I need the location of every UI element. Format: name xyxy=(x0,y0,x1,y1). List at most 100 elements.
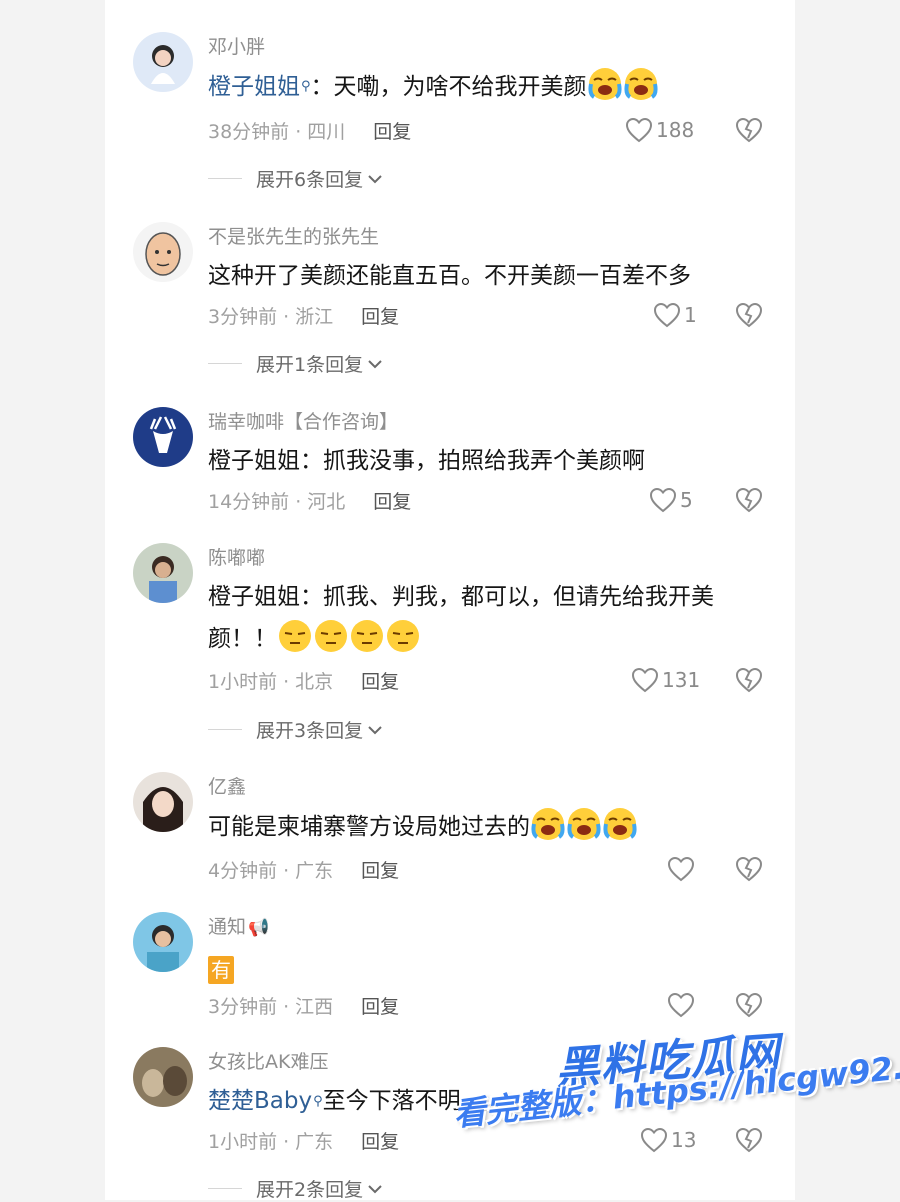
broken-heart-icon xyxy=(735,856,763,882)
like-button[interactable]: 13 xyxy=(640,1125,730,1155)
annoyed-emoji-icon xyxy=(385,618,421,654)
avatar[interactable] xyxy=(133,1047,193,1107)
like-count: 131 xyxy=(662,668,701,692)
location: 江西 xyxy=(295,996,334,1018)
avatar[interactable] xyxy=(133,32,193,92)
comment-meta: 4分钟前 · 广东 回复 xyxy=(208,860,400,882)
mention-link[interactable]: 楚楚Baby xyxy=(208,1088,312,1114)
comment-meta: 1小时前 · 广东 回复 xyxy=(208,1131,400,1153)
like-button[interactable]: 1 xyxy=(653,300,743,330)
comment-body: 有 xyxy=(208,956,234,984)
expand-label: 展开2条回复 xyxy=(256,1179,364,1201)
comment-text: 这种开了美颜还能直五百。不开美颜一百差不多 xyxy=(208,263,691,289)
chevron-down-icon xyxy=(368,174,382,183)
comment-panel: 邓小胖 橙子姐姐⚲：天嘞，为啥不给我开美颜 38分钟前 · 四川 回复 188 展开6… xyxy=(105,0,795,1202)
reply-button[interactable]: 回复 xyxy=(361,671,399,693)
timestamp: 4分钟前 xyxy=(208,860,278,882)
username[interactable]: 陈嘟嘟 xyxy=(208,543,265,570)
comment-text: 橙子姐姐⚲：天嘞，为啥不给我开美颜 xyxy=(208,66,778,108)
heart-icon xyxy=(653,302,681,328)
like-count: 188 xyxy=(656,118,695,142)
expand-label: 展开3条回复 xyxy=(256,720,364,742)
search-icon: ⚲ xyxy=(313,1094,323,1109)
heart-icon xyxy=(631,667,659,693)
avatar[interactable] xyxy=(133,222,193,282)
broken-heart-icon xyxy=(735,302,763,328)
avatar[interactable] xyxy=(133,543,193,603)
divider-line xyxy=(208,729,242,730)
crying-emoji-icon xyxy=(566,806,602,842)
comment-text: 有 xyxy=(208,950,778,991)
location: 河北 xyxy=(307,491,346,513)
dislike-button[interactable] xyxy=(735,486,763,514)
timestamp: 3分钟前 xyxy=(208,996,278,1018)
dislike-button[interactable] xyxy=(735,116,763,144)
username[interactable]: 邓小胖 xyxy=(208,32,265,59)
comment-meta: 1小时前 · 北京 回复 xyxy=(208,671,400,693)
like-button[interactable]: 188 xyxy=(625,115,715,145)
chevron-down-icon xyxy=(368,725,382,734)
heart-icon xyxy=(649,487,677,513)
mention-link[interactable]: 橙子姐姐 xyxy=(208,74,300,100)
like-count: 13 xyxy=(671,1128,697,1152)
annoyed-emoji-icon xyxy=(313,618,349,654)
broken-heart-icon xyxy=(735,667,763,693)
dislike-button[interactable] xyxy=(735,855,763,883)
search-icon: ⚲ xyxy=(301,79,311,94)
expand-label: 展开6条回复 xyxy=(256,169,364,191)
expand-replies-button[interactable]: 展开2条回复 xyxy=(208,1175,383,1202)
username[interactable]: 瑞幸咖啡【合作咨询】 xyxy=(208,407,398,434)
broken-heart-icon xyxy=(735,117,763,143)
username[interactable]: 亿鑫 xyxy=(208,772,246,799)
dislike-button[interactable] xyxy=(735,666,763,694)
avatar[interactable] xyxy=(133,912,193,972)
comment-body: ：天嘞，为啥不给我开美颜 xyxy=(310,74,587,100)
comment-meta: 38分钟前 · 四川 回复 xyxy=(208,121,412,143)
expand-label: 展开1条回复 xyxy=(256,354,364,376)
comment-meta: 3分钟前 · 浙江 回复 xyxy=(208,306,400,328)
reply-button[interactable]: 回复 xyxy=(373,491,411,513)
comment-meta: 3分钟前 · 江西 回复 xyxy=(208,996,400,1018)
annoyed-emoji-icon xyxy=(277,618,313,654)
heart-icon xyxy=(625,117,653,143)
username[interactable]: 通知 📢 xyxy=(208,912,269,939)
divider-line xyxy=(208,363,242,364)
comment-body: 可能是柬埔寨警方设局她过去的 xyxy=(208,814,530,840)
expand-replies-button[interactable]: 展开6条回复 xyxy=(208,165,383,192)
comment-text: 橙子姐姐：抓我、判我，都可以，但请先给我开美颜！！ xyxy=(208,577,778,660)
chevron-down-icon xyxy=(368,359,382,368)
location: 浙江 xyxy=(295,306,334,328)
divider-line xyxy=(208,178,242,179)
crying-emoji-icon xyxy=(623,66,659,102)
chevron-down-icon xyxy=(368,1184,382,1193)
location: 广东 xyxy=(295,1131,334,1153)
like-count: 1 xyxy=(684,303,697,327)
dislike-button[interactable] xyxy=(735,301,763,329)
timestamp: 14分钟前 xyxy=(208,491,290,513)
timestamp: 1小时前 xyxy=(208,1131,278,1153)
expand-replies-button[interactable]: 展开3条回复 xyxy=(208,716,383,743)
like-button[interactable]: 131 xyxy=(631,665,721,695)
username[interactable]: 女孩比AK难压 xyxy=(208,1047,328,1074)
broken-heart-icon xyxy=(735,992,763,1018)
timestamp: 3分钟前 xyxy=(208,306,278,328)
comment-meta: 14分钟前 · 河北 回复 xyxy=(208,491,412,513)
avatar[interactable] xyxy=(133,772,193,832)
annoyed-emoji-icon xyxy=(349,618,385,654)
expand-replies-button[interactable]: 展开1条回复 xyxy=(208,350,383,377)
reply-button[interactable]: 回复 xyxy=(361,996,399,1018)
dislike-button[interactable] xyxy=(735,991,763,1019)
location: 北京 xyxy=(295,671,334,693)
reply-button[interactable]: 回复 xyxy=(361,1131,399,1153)
dislike-button[interactable] xyxy=(735,1126,763,1154)
avatar[interactable] xyxy=(133,407,193,467)
divider-line xyxy=(208,1188,242,1189)
comment-text: 可能是柬埔寨警方设局她过去的 xyxy=(208,806,778,848)
location: 四川 xyxy=(307,121,346,143)
comment-body: 至今下落不明 xyxy=(322,1088,461,1114)
reply-button[interactable]: 回复 xyxy=(361,860,399,882)
like-button[interactable]: 5 xyxy=(649,485,739,515)
username[interactable]: 不是张先生的张先生 xyxy=(208,222,379,249)
reply-button[interactable]: 回复 xyxy=(373,121,411,143)
reply-button[interactable]: 回复 xyxy=(361,306,399,328)
